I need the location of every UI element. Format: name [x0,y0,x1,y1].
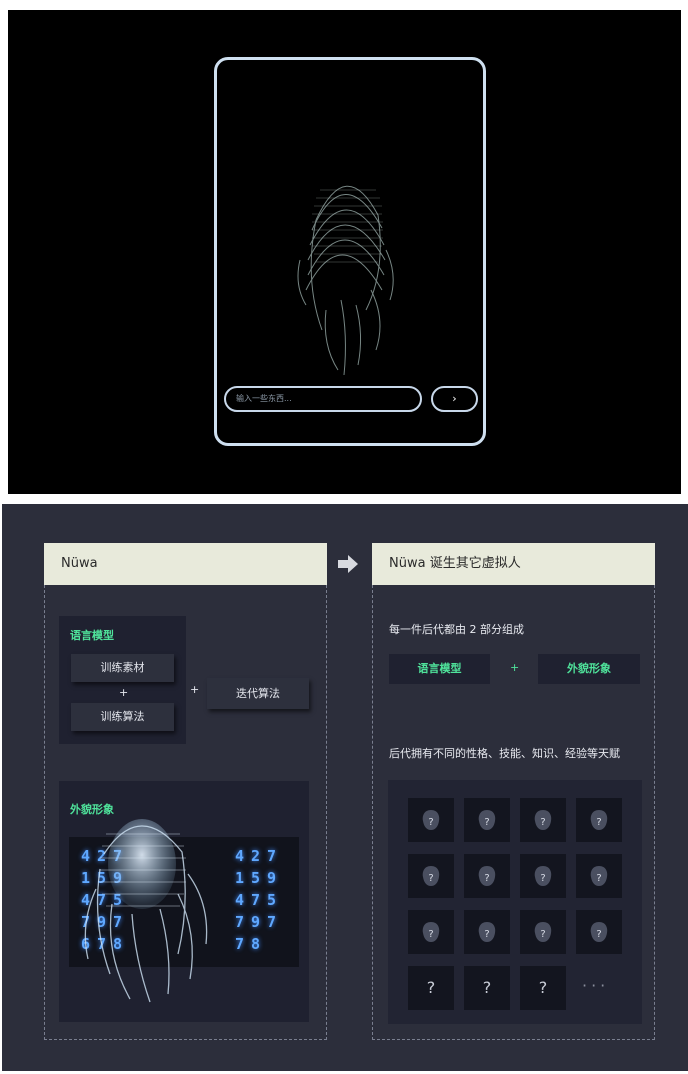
top-preview-panel: 输入一些东西... › [8,10,681,494]
offspring-cell: ? [408,854,454,898]
digit-glyph: 1 [235,869,245,887]
svg-text:?: ? [428,873,433,884]
avatar-silhouette-icon: ? [478,866,496,886]
offspring-cell: ? [408,910,454,954]
training-material-box: 训练素材 [71,654,174,682]
offspring-cell: ? [464,798,510,842]
avatar-silhouette-icon: ? [422,866,440,886]
language-model-card: 语言模型 训练素材 + 训练算法 [59,616,186,744]
offspring-cell: ? [408,798,454,842]
svg-text:?: ? [484,929,489,940]
right-header: Nüwa 诞生其它虚拟人 [372,543,655,585]
offspring-cell: ? [520,798,566,842]
left-header: Nüwa [44,543,327,585]
avatar-silhouette-icon: ? [590,810,608,830]
offspring-cell: ? [520,854,566,898]
question-mark: ? [482,978,492,997]
plus-sign: + [119,686,129,699]
appearance-pill: 外貌形象 [538,654,640,684]
send-button[interactable]: › [431,386,478,412]
avatar-silhouette-icon: ? [534,866,552,886]
svg-text:?: ? [428,929,433,940]
offspring-cell: ? [464,910,510,954]
offspring-cell: ? [520,966,566,1010]
hologram-face-figure [84,819,208,1003]
training-algorithm-box: 训练算法 [71,703,174,731]
question-mark: ? [426,978,436,997]
digit-glyph: 5 [251,869,261,887]
digit-glyph: 5 [267,891,277,909]
svg-text:?: ? [484,873,489,884]
offspring-cell: ? [576,854,622,898]
digit-glyph: 4 [235,847,245,865]
svg-text:?: ? [540,929,545,940]
svg-text:?: ? [596,873,601,884]
svg-text:?: ? [484,817,489,828]
avatar-silhouette-icon: ? [478,922,496,942]
digit-glyph: 7 [267,847,277,865]
offspring-grid: ??????????????? ··· [388,780,642,1024]
digit-glyph: 9 [251,913,261,931]
plus-sign: + [190,683,200,696]
avatar-silhouette-icon: ? [590,922,608,942]
iterative-algorithm-box: 迭代算法 [207,678,309,709]
avatar-silhouette-icon: ? [590,866,608,886]
language-model-pill: 语言模型 [389,654,490,684]
offspring-cell: ? [464,966,510,1010]
avatar-silhouette-icon: ? [478,810,496,830]
svg-text:?: ? [428,817,433,828]
traits-text: 后代拥有不同的性格、技能、知识、经验等天赋 [389,747,620,760]
digit-glyph: 4 [235,891,245,909]
avatar-silhouette-icon: ? [534,810,552,830]
avatar-silhouette-icon: ? [534,922,552,942]
offspring-cell: ? [520,910,566,954]
digit-glyph: 7 [235,935,245,953]
svg-text:?: ? [540,873,545,884]
avatar-silhouette-icon: ? [422,810,440,830]
wireframe-hair-figure [297,185,394,376]
offspring-cell: ? [576,798,622,842]
digit-glyph: 7 [267,913,277,931]
digit-glyph: 8 [251,935,261,953]
more-indicator: ··· [582,976,610,995]
digit-glyph: 7 [251,891,261,909]
offspring-cell: ? [576,910,622,954]
question-mark: ? [538,978,548,997]
plus-sign: + [510,661,520,674]
svg-text:?: ? [596,817,601,828]
digit-glyph: 9 [267,869,277,887]
svg-text:?: ? [596,929,601,940]
offspring-cell: ? [408,966,454,1010]
digit-glyph: 7 [235,913,245,931]
digit-glyph: 2 [251,847,261,865]
avatar-silhouette-icon: ? [422,922,440,942]
bottom-diagram-panel: Nüwa Nüwa 诞生其它虚拟人 语言模型 训练素材 + 训练算法 + 迭代算… [2,504,688,1071]
svg-text:?: ? [540,817,545,828]
language-model-title: 语言模型 [70,629,114,642]
composition-text: 每一件后代都由 2 部分组成 [389,623,524,636]
right-arrow-icon [338,555,358,573]
offspring-cell: ? [464,854,510,898]
